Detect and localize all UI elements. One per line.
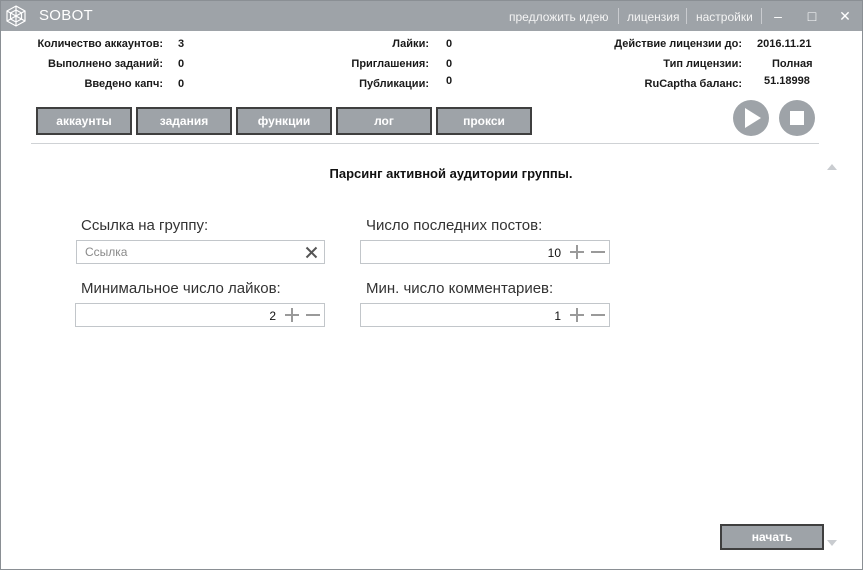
start-button[interactable]: начать [720,524,824,550]
license-until-label: Действие лицензии до: [614,38,742,50]
group-link-placeholder: Ссылка [85,245,128,259]
spider-web-icon [6,5,26,27]
license-type-value: Полная [772,58,813,70]
min-comments-stepper[interactable]: 1 [360,303,610,327]
invites-value: 0 [446,58,453,70]
last-posts-stepper[interactable]: 10 [360,240,610,264]
title-separator [686,8,687,24]
rucaptcha-balance-label: RuCaptha баланс: [644,78,742,90]
stop-icon [790,111,804,125]
tab-log[interactable]: лог [336,107,432,135]
captcha-count-label: Введено капч: [84,78,163,90]
tab-tasks[interactable]: задания [136,107,232,135]
title-separator [618,8,619,24]
tab-proxy[interactable]: прокси [436,107,532,135]
likes-label: Лайки: [392,38,429,50]
play-button[interactable] [733,100,769,136]
rucaptcha-balance-value: 51.18998 [764,75,810,87]
group-link-input[interactable]: Ссылка [76,240,325,264]
last-posts-label: Число последних постов: [366,217,543,234]
tasks-done-value: 0 [178,58,185,70]
posts-value: 0 [446,75,453,87]
play-icon [745,108,761,128]
minimize-button[interactable]: – [768,6,788,26]
section-title: Парсинг активной аудитории группы. [329,166,573,181]
minus-icon[interactable] [590,307,606,323]
scroll-down-icon[interactable] [827,540,837,546]
accounts-count-value: 3 [178,38,185,50]
min-comments-value: 1 [554,309,561,323]
license-until-value: 2016.11.21 [757,38,812,50]
likes-value: 0 [446,38,453,50]
title-bar[interactable]: SOBOT предложить идею лицензия настройки… [1,1,862,31]
min-likes-stepper[interactable]: 2 [75,303,325,327]
min-comments-label: Мин. число комментариев: [366,280,554,297]
captcha-count-value: 0 [178,78,185,90]
stop-button[interactable] [779,100,815,136]
tab-accounts[interactable]: аккаунты [36,107,132,135]
license-type-label: Тип лицензии: [663,58,742,70]
maximize-button[interactable]: □ [802,6,822,26]
posts-label: Публикации: [359,78,429,90]
minus-icon[interactable] [305,307,321,323]
plus-icon[interactable] [284,307,300,323]
close-window-button[interactable]: ✕ [835,6,855,26]
minus-icon[interactable] [590,244,606,260]
min-likes-value: 2 [269,309,276,323]
title-separator [761,8,762,24]
group-link-label: Ссылка на группу: [81,217,209,234]
plus-icon[interactable] [569,307,585,323]
tab-functions[interactable]: функции [236,107,332,135]
license-link[interactable]: лицензия [627,10,679,24]
tasks-done-label: Выполнено заданий: [48,58,163,70]
plus-icon[interactable] [569,244,585,260]
divider [31,143,819,144]
close-icon[interactable] [305,246,318,259]
app-title: SOBOT [39,7,94,24]
min-likes-label: Минимальное число лайков: [81,280,281,297]
settings-link[interactable]: настройки [696,10,753,24]
invites-label: Приглашения: [351,58,429,70]
suggest-idea-link[interactable]: предложить идею [509,10,608,24]
last-posts-value: 10 [547,246,561,260]
accounts-count-label: Количество аккаунтов: [37,38,163,50]
app-window: SOBOT предложить идею лицензия настройки… [0,0,863,570]
